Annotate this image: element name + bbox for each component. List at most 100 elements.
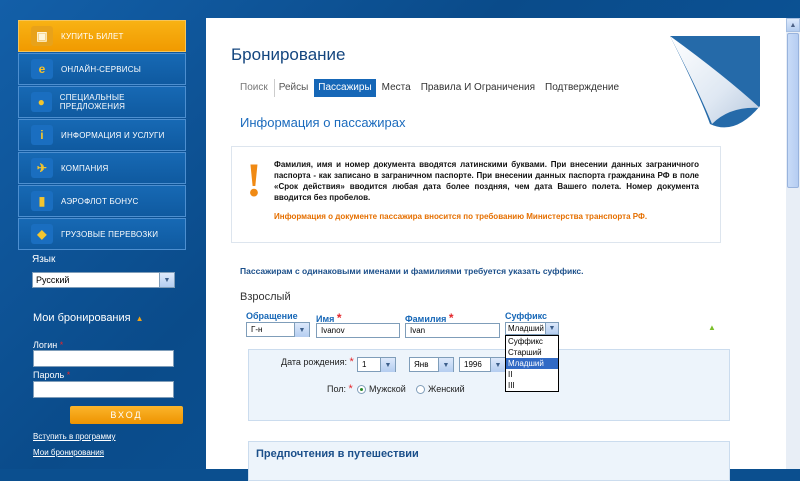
birth-year-select[interactable]: 1996 ▼: [459, 357, 506, 372]
suffix-hint: Пассажирам с одинаковыми именами и фамил…: [240, 266, 584, 276]
preferences-box: Предпочтения в путешествии: [248, 441, 730, 481]
suffix-option[interactable]: Младший: [506, 358, 558, 369]
sidebar-item-label: КУПИТЬ БИЛЕТ: [61, 31, 124, 41]
suffix-option[interactable]: Суффикс: [506, 336, 558, 347]
sidebar-item-label: СПЕЦИАЛЬНЫЕ ПРЕДЛОЖЕНИЯ: [59, 93, 126, 111]
my-bookings-link[interactable]: Мои бронирования: [33, 448, 104, 457]
birth-date-label: Дата рождения: *: [281, 356, 354, 368]
info-icon: i: [31, 125, 53, 145]
birth-month-value: Янв: [414, 360, 429, 369]
suffix-label: Суффикс: [505, 311, 548, 321]
suffix-option[interactable]: Старший: [506, 347, 558, 358]
password-label: Пароль *: [33, 370, 70, 380]
tab-search[interactable]: Поиск: [236, 79, 272, 97]
sidebar-item-label: АЭРОФЛОТ БОНУС: [61, 196, 139, 206]
section-title: Информация о пассажирах: [240, 115, 406, 130]
chevron-down-icon[interactable]: ▼: [380, 358, 395, 372]
first-name-input[interactable]: Ivanov: [316, 323, 400, 338]
first-name-value: Ivanov: [321, 326, 345, 335]
tab-flights[interactable]: Рейсы: [273, 79, 313, 97]
chevron-down-icon[interactable]: ▼: [438, 358, 453, 372]
required-star: *: [348, 383, 353, 395]
cargo-icon: ◆: [31, 224, 53, 244]
language-label: Язык: [32, 254, 56, 265]
birth-year-value: 1996: [464, 360, 482, 369]
sidebar-item-3[interactable]: i ИНФОРМАЦИЯ И УСЛУГИ: [18, 119, 186, 151]
ticket-icon: ▣: [31, 26, 53, 46]
passenger-type: Взрослый: [240, 291, 291, 303]
birth-month-select[interactable]: Янв ▼: [409, 357, 454, 372]
login-button[interactable]: ВХОД: [70, 406, 183, 424]
title-select[interactable]: Г-н ▼: [246, 322, 310, 337]
suffix-dropdown-list: Суффикс Старший Младший II III: [505, 335, 559, 392]
preferences-title: Предпочтения в путешествии: [256, 448, 419, 460]
sidebar-item-4[interactable]: ✈ КОМПАНИЯ: [18, 152, 186, 184]
internet-icon: e: [31, 59, 53, 79]
login-label-text: Логин: [33, 340, 58, 350]
sidebar-item-label: ГРУЗОВЫЕ ПЕРЕВОЗКИ: [61, 229, 159, 239]
tab-passengers[interactable]: Пассажиры: [314, 79, 376, 97]
sidebar-item-0[interactable]: ▣ КУПИТЬ БИЛЕТ: [18, 20, 186, 52]
booking-steps: Поиск Рейсы Пассажиры Места Правила И Ог…: [236, 79, 625, 97]
my-bookings-title[interactable]: Мои бронирования ▲: [33, 312, 144, 324]
suffix-option[interactable]: II: [506, 369, 558, 380]
title-value: Г-н: [251, 325, 263, 334]
scrollbar-thumb[interactable]: [787, 33, 799, 188]
birth-date-label-text: Дата рождения:: [281, 357, 347, 367]
language-select[interactable]: Русский ▼: [32, 272, 175, 288]
exclamation-icon: !: [246, 154, 262, 207]
page-title: Бронирование: [231, 45, 346, 64]
gender-label-text: Пол:: [327, 384, 347, 394]
sidebar-item-1[interactable]: e ОНЛАЙН-СЕРВИСЫ: [18, 53, 186, 85]
page-curl-decoration: [670, 36, 760, 128]
sidebar-item-2[interactable]: ● СПЕЦИАЛЬНЫЕ ПРЕДЛОЖЕНИЯ: [18, 86, 186, 118]
password-label-text: Пароль: [33, 370, 65, 380]
join-program-link[interactable]: Вступить в программу: [33, 432, 116, 441]
collapse-triangle-icon[interactable]: ▲: [708, 323, 716, 332]
required-star: *: [59, 340, 64, 350]
chevron-down-icon[interactable]: ▼: [545, 323, 558, 334]
chevron-down-icon[interactable]: ▼: [490, 358, 505, 372]
main-panel: Бронирование Поиск Рейсы Пассажиры Места…: [206, 18, 800, 481]
gender-female-radio[interactable]: [416, 385, 425, 394]
sidebar-item-label: ИНФОРМАЦИЯ И УСЛУГИ: [61, 130, 165, 140]
chevron-down-icon[interactable]: ▼: [159, 273, 174, 287]
suffix-option[interactable]: III: [506, 380, 558, 391]
last-name-input[interactable]: Ivan: [405, 323, 500, 338]
gender-female-label: Женский: [428, 384, 465, 394]
birth-day-select[interactable]: 1 ▼: [357, 357, 396, 372]
my-bookings-title-text: Мои бронирования: [33, 312, 131, 324]
login-input[interactable]: [33, 350, 174, 367]
chevron-down-icon[interactable]: ▼: [294, 323, 309, 337]
notice-note: Информация о документе пассажира вноситс…: [274, 212, 648, 221]
sidebar-item-5[interactable]: ▮ АЭРОФЛОТ БОНУС: [18, 185, 186, 217]
vertical-scrollbar[interactable]: ▲: [786, 18, 800, 469]
password-input[interactable]: [33, 381, 174, 398]
coins-icon: ●: [31, 92, 52, 112]
sidebar-item-label: ОНЛАЙН-СЕРВИСЫ: [61, 64, 141, 74]
passenger-details-box: Дата рождения: * 1 ▼ Янв ▼ 1996 ▼ Пол: * Му…: [248, 349, 730, 421]
gender-male-radio[interactable]: [357, 385, 366, 394]
sidebar-item-6[interactable]: ◆ ГРУЗОВЫЕ ПЕРЕВОЗКИ: [18, 218, 186, 250]
tab-seats[interactable]: Места: [378, 79, 415, 97]
triangle-up-icon: ▲: [135, 314, 144, 323]
tab-confirmation[interactable]: Подтверждение: [541, 79, 623, 97]
last-name-value: Ivan: [410, 326, 426, 335]
required-star: *: [66, 370, 71, 380]
required-star: *: [349, 356, 354, 368]
sidebar-menu: ▣ КУПИТЬ БИЛЕТ e ОНЛАЙН-СЕРВИСЫ ● СПЕЦИАЛЬНЫЕ…: [18, 20, 186, 251]
scroll-up-icon[interactable]: ▲: [786, 18, 800, 32]
language-value: Русский: [36, 275, 70, 285]
gender-label: Пол: *: [327, 383, 353, 395]
bonus-icon: ▮: [31, 191, 53, 211]
birth-day-value: 1: [362, 360, 367, 369]
notice-box: ! Фамилия, имя и номер документа вводятс…: [231, 146, 721, 243]
title-field-label: Обращение: [246, 311, 298, 321]
suffix-select[interactable]: Младший ▼: [505, 322, 559, 335]
airplane-icon: ✈: [31, 158, 53, 178]
login-label: Логин *: [33, 340, 63, 350]
tab-rules[interactable]: Правила И Ограничения: [417, 79, 539, 97]
suffix-value: Младший: [508, 324, 544, 333]
sidebar-item-label: КОМПАНИЯ: [61, 163, 109, 173]
notice-text: Фамилия, имя и номер документа вводятся …: [274, 160, 699, 202]
